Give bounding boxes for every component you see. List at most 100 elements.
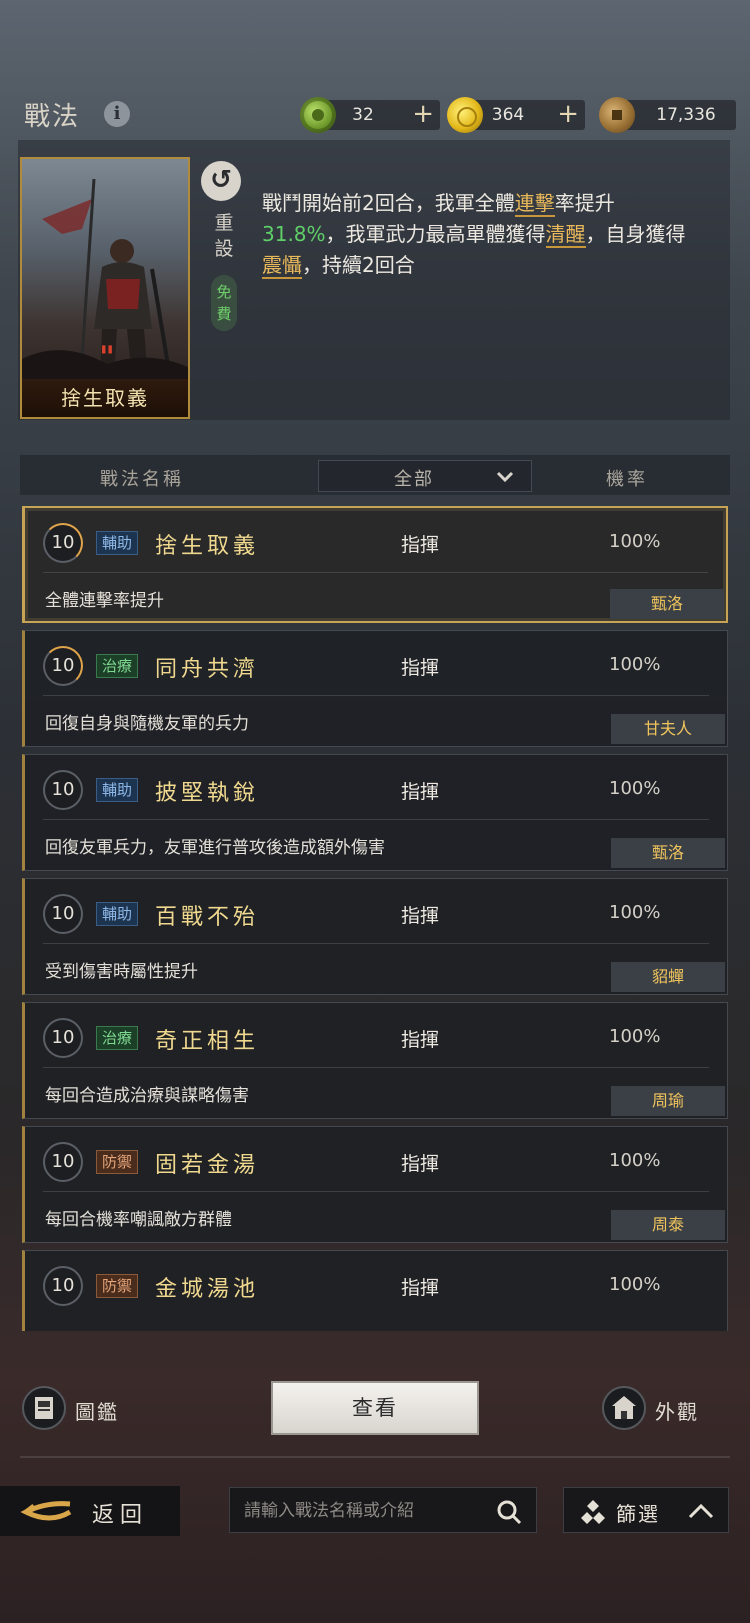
back-arrow-icon [20,1501,72,1521]
view-button[interactable]: 查看 [271,1381,479,1435]
tactic-rate: 100% [609,778,661,799]
tactic-row[interactable]: 10 治療 奇正相生 指揮 100% 每回合造成治療與謀略傷害 周瑜 [22,1002,728,1119]
hero-name-tag: 甄洛 [611,838,725,868]
tactic-description: 戰鬥開始前2回合，我軍全體連擊率提升 31.8%，我軍武力最高單體獲得清醒，自身獲… [262,188,692,281]
row-divider [43,943,709,944]
tactic-effect: 每回合機率嘲諷敵方群體 [45,1210,232,1230]
tactic-name: 百戰不殆 [155,905,260,930]
tactic-type: 指揮 [401,1153,440,1175]
tactic-rate: 100% [609,1026,661,1047]
tactic-category-tag: 輔助 [96,902,139,926]
tactic-name: 同舟共濟 [155,657,260,682]
codex-icon[interactable] [22,1386,66,1430]
tactic-row[interactable]: 10 輔助 捨生取義 指揮 100% 全體連擊率提升 甄洛 [22,506,728,623]
info-icon[interactable]: i [104,101,130,127]
search-input[interactable] [244,1498,484,1524]
tactic-effect: 回復自身與隨機友軍的兵力 [45,714,249,734]
tactic-row[interactable]: 10 輔助 百戰不殆 指揮 100% 受到傷害時屬性提升 貂蟬 [22,878,728,995]
row-divider [43,572,708,573]
tactic-rate: 100% [609,531,661,552]
tactic-list[interactable]: 10 輔助 捨生取義 指揮 100% 全體連擊率提升 甄洛 10 治療 同舟共濟 指揮 100% 回復自… [22,506,730,1331]
tactic-effect: 全體連擊率提升 [45,591,164,611]
codex-label[interactable]: 圖鑑 [75,1396,119,1425]
level-badge: 10 [43,646,83,686]
filter-label: 篩選 [616,1502,660,1526]
chevron-up-icon [688,1503,714,1519]
tactic-rate: 100% [609,1274,661,1295]
tactic-effect: 受到傷害時屬性提升 [45,962,198,982]
column-rate-header: 機率 [606,469,648,490]
chevron-down-icon [496,471,514,483]
free-badge: 免費 [211,275,237,331]
hero-name-tag: 周瑜 [611,1086,725,1116]
tactic-category-tag: 輔助 [96,778,139,802]
filter-icon [581,1500,605,1524]
add-gold-button[interactable]: + [557,100,579,128]
tactic-type: 指揮 [401,1277,440,1299]
desc-text: ，自身獲得 [585,222,686,246]
tactic-row[interactable]: 10 防禦 固若金湯 指揮 100% 每回合機率嘲諷敵方群體 周泰 [22,1126,728,1243]
tactic-row[interactable]: 10 輔助 披堅執銳 指揮 100% 回復友軍兵力，友軍進行普攻後造成額外傷害 甄洛 [22,754,728,871]
tactic-effect: 每回合造成治療與謀略傷害 [45,1086,249,1106]
hero-name-tag: 周泰 [611,1210,725,1240]
add-jade-button[interactable]: + [412,100,434,128]
category-dropdown[interactable]: 全部 [318,460,532,492]
tactic-name: 固若金湯 [155,1153,260,1178]
tactic-category-tag: 防禦 [96,1274,139,1298]
desc-text: ，持續2回合 [302,253,415,277]
tactic-type: 指揮 [401,657,440,679]
category-dropdown-value: 全部 [394,469,434,490]
tactic-row[interactable]: 10 防禦 金城湯池 指揮 100% [22,1250,728,1331]
tactic-type: 指揮 [401,534,440,556]
hero-name-tag: 甄洛 [610,589,724,619]
tactic-category-tag: 治療 [96,654,139,678]
tactic-card-name: 捨生取義 [22,379,188,417]
tactic-type: 指揮 [401,1029,440,1051]
hero-name-tag: 貂蟬 [611,962,725,992]
tactic-category-tag: 治療 [96,1026,139,1050]
appearance-icon[interactable] [602,1386,646,1430]
desc-text: ，我軍武力最高單體獲得 [325,222,546,246]
keyword-link[interactable]: 震懾 [262,253,302,279]
tactic-name: 捨生取義 [155,534,260,559]
column-name-header: 戰法名稱 [100,469,184,490]
level-badge: 10 [43,1018,83,1058]
row-divider [43,1191,709,1192]
tactic-row[interactable]: 10 治療 同舟共濟 指揮 100% 回復自身與隨機友軍的兵力 甘夫人 [22,630,728,747]
keyword-link[interactable]: 連擊 [514,191,555,217]
search-icon[interactable] [496,1499,522,1525]
tactic-effect: 回復友軍兵力，友軍進行普攻後造成額外傷害 [45,838,385,858]
appearance-label[interactable]: 外觀 [655,1396,699,1425]
row-divider [43,695,709,696]
svg-text:": " [99,340,115,375]
level-badge: 10 [43,770,83,810]
row-divider [43,1067,709,1068]
search-box[interactable] [229,1487,537,1533]
divider [20,1456,730,1458]
level-badge: 10 [43,894,83,934]
tactic-name: 金城湯池 [155,1277,260,1302]
tactic-type: 指揮 [401,781,440,803]
jade-coin-icon [300,97,336,133]
level-badge: 10 [43,1142,83,1182]
reset-button-label[interactable]: 重設 [212,210,236,262]
tactic-name: 奇正相生 [155,1029,260,1054]
tactic-category-tag: 輔助 [96,531,139,555]
tactic-rate: 100% [609,902,661,923]
keyword-link[interactable]: 清醒 [545,222,586,248]
tactic-card[interactable]: " 捨生取義 [20,157,190,419]
desc-text: 戰鬥開始前2回合，我軍全體 [262,191,515,215]
page-title: 戰法 [24,102,81,132]
filter-button[interactable]: 篩選 [563,1487,729,1533]
tactic-rate: 100% [609,1150,661,1171]
tactic-rate: 100% [609,654,661,675]
copper-coin-icon [599,97,635,133]
reset-icon[interactable]: ↺ [201,161,241,201]
desc-value: 31.8% [262,222,326,246]
back-button[interactable]: 返回 [0,1486,180,1536]
gold-coin-icon [447,97,483,133]
jade-currency: 32 + [320,100,440,130]
back-label: 返回 [92,1503,149,1528]
desc-text: 率提升 [554,191,615,215]
tactic-type: 指揮 [401,905,440,927]
